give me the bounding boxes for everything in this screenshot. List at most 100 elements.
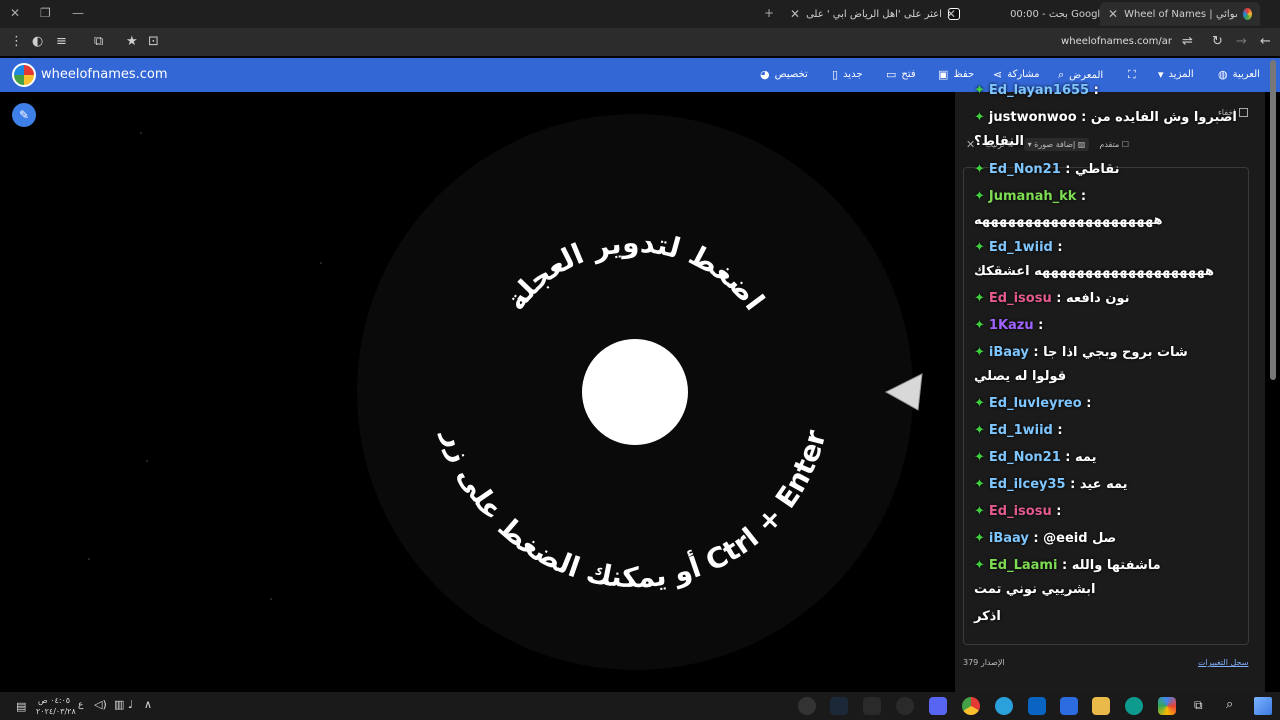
changelog-link[interactable]: سجل التغييرات (1198, 658, 1248, 667)
close-tab-icon[interactable]: ✕ (946, 7, 956, 21)
task-view-icon[interactable]: ⧉ (1194, 698, 1203, 713)
screenshot-icon[interactable]: ⊡ (148, 34, 159, 49)
chat-text: ههههههههههههههههههههه اعشقكك (974, 264, 1215, 279)
save-icon: ▣ (938, 68, 949, 81)
steam-icon[interactable] (830, 697, 848, 715)
reload-icon[interactable]: ↻ (1212, 34, 1223, 49)
gallery-button[interactable]: ⌕ المعرض (1058, 68, 1103, 82)
search-icon: ⌕ (1058, 68, 1065, 81)
close-tab-icon[interactable]: ✕ (790, 7, 800, 21)
close-tab-icon[interactable]: ✕ (1108, 7, 1118, 21)
chat-username: Ed_ilcey35 (988, 477, 1066, 492)
chat-username: iBaay (988, 531, 1029, 546)
customize-button[interactable]: ◕ تخصيص (760, 68, 808, 81)
page-scrollbar[interactable] (1270, 60, 1276, 380)
back-icon[interactable]: ← (1260, 34, 1271, 49)
profile-icon[interactable]: ◐ (32, 34, 43, 49)
obs-icon[interactable] (896, 697, 914, 715)
chat-text: اصبروا وش الفايده من (1090, 110, 1237, 125)
chat-username: Ed_Non21 (988, 162, 1061, 177)
clock-date[interactable]: ٢٠٢٤/٠٣/٢٨ (36, 707, 76, 716)
chat-text: هههههههههههههههههههههه (974, 213, 1163, 228)
share-button[interactable]: ⋖ مشاركة (993, 68, 1040, 81)
chevron-down-icon: ▾ (1158, 68, 1164, 81)
clock-time[interactable]: ٠٤:٠٥ ص (38, 696, 70, 705)
site-brand[interactable]: wheelofnames.com (41, 67, 168, 82)
screen: { "tabs": [ {"label": "Wheel of Names | … (0, 0, 1280, 720)
telegram-icon[interactable] (995, 697, 1013, 715)
chat-username: 1Kazu (988, 318, 1034, 333)
input-language[interactable]: ع (78, 700, 83, 710)
xbox-icon[interactable] (863, 697, 881, 715)
chat-username: iBaay (988, 345, 1029, 360)
edge-icon[interactable] (1125, 697, 1143, 715)
advanced-toggle[interactable]: متقدم ☐ (1099, 140, 1129, 149)
chat-text: شات بروح وبجي اذا جا (1043, 345, 1188, 360)
site-settings-icon[interactable]: ⇌ (1182, 34, 1193, 49)
chat-badge-icon: ✦ (974, 240, 985, 255)
hide-checkbox[interactable] (1239, 108, 1249, 117)
language-menu[interactable]: ◍ العربية (1218, 68, 1260, 81)
chat-badge-icon: ✦ (974, 396, 985, 411)
restore-window-icon[interactable]: ❐ (40, 6, 51, 20)
chat-username: Jumanah_kk (988, 189, 1077, 204)
chat-message: ✦ Ed_1wiid : (974, 240, 1063, 255)
new-button[interactable]: ▯ جديد (832, 68, 863, 81)
minimize-window-icon[interactable]: — (72, 6, 84, 20)
chat-badge-icon: ✦ (974, 504, 985, 519)
wheel-center (582, 339, 688, 445)
discord-icon[interactable] (929, 697, 947, 715)
chat-badge-icon: ✦ (974, 558, 985, 573)
chrome-icon[interactable] (962, 697, 980, 715)
forward-icon[interactable]: → (1236, 34, 1247, 49)
network-icon[interactable]: ▥ (114, 698, 124, 711)
chat-message: ✦ Ed_luvleyreo : (974, 396, 1092, 411)
tray-chevron-icon[interactable]: ∧ (144, 698, 152, 711)
wheel[interactable]: اضغط لتدوير العجلة أو يمكنك الضغط على زر… (0, 92, 955, 692)
chat-text: نون دافعه (1065, 291, 1130, 306)
fullscreen-button[interactable]: ⛶ (1128, 68, 1136, 82)
new-tab-icon[interactable]: + (764, 6, 774, 20)
chat-text: @eeid صل (1043, 531, 1117, 546)
open-button[interactable]: ▭ فتح (886, 68, 916, 81)
extensions-icon[interactable]: ⧉ (94, 34, 103, 49)
chat-badge-icon: ✦ (974, 345, 985, 360)
store-icon[interactable] (1060, 697, 1078, 715)
chat-username: Ed_isosu (988, 291, 1052, 306)
copilot-icon[interactable] (1158, 697, 1176, 715)
bookmark-star-icon[interactable]: ★ (126, 34, 138, 49)
volume-icon[interactable]: ◁) (94, 698, 107, 711)
chat-text: ماشفتها والله (1071, 558, 1161, 573)
chat-text: قولوا له يصلي (974, 369, 1067, 384)
chat-text: اذكر (974, 609, 1001, 624)
add-image-button[interactable]: ▾ إضافة صورة ▨ (1023, 138, 1090, 151)
start-icon[interactable] (1254, 697, 1272, 715)
url-field[interactable]: wheelofnames.com/ar (1061, 36, 1172, 47)
folder-icon: ▭ (886, 68, 897, 81)
media-controls-icon[interactable]: ≡ (56, 34, 67, 49)
search-icon[interactable]: ⌕ (1226, 697, 1233, 712)
save-button[interactable]: ▣ حفظ (938, 68, 974, 81)
chat-text: يمه عيد (1079, 477, 1128, 492)
chat-message: ههههههههههههههههههههه اعشقكك (974, 264, 1214, 279)
tab-tiktok[interactable]: ✕ اعثر على 'اهل الرياض ابي ' على (790, 2, 960, 26)
chat-badge-icon: ✦ (974, 318, 985, 333)
microphone-icon[interactable]: ♩ (128, 698, 133, 711)
tab-google[interactable]: ✕ 00:00 - بحث Google (946, 2, 1125, 26)
media-player-icon[interactable] (798, 697, 816, 715)
tab-wheel-of-names[interactable]: ✕ Wheel of Names | اسم العشوائي (1100, 2, 1260, 26)
menu-dots-icon[interactable]: ⋮ (10, 34, 23, 49)
chat-username: Ed_luvleyreo (988, 396, 1082, 411)
chat-message: ✦ Ed_ilcey35 : يمه عيد (974, 477, 1128, 492)
close-window-icon[interactable]: ✕ (10, 6, 20, 20)
notification-icon[interactable]: ▤ (16, 700, 26, 713)
outlook-icon[interactable] (1028, 697, 1046, 715)
chat-message: ✦ Ed_layan1655 : (974, 83, 1099, 98)
file-explorer-icon[interactable] (1092, 697, 1110, 715)
wheel-favicon-icon (1243, 8, 1252, 20)
chat-message: ✦ Ed_isosu : (974, 504, 1062, 519)
chat-message: ✦ Ed_Non21 : يمه (974, 450, 1097, 465)
chat-username: Ed_layan1655 (988, 83, 1090, 98)
more-menu[interactable]: ▾ المزيد (1158, 68, 1194, 81)
chat-text: النقاط؟ (974, 134, 1024, 149)
